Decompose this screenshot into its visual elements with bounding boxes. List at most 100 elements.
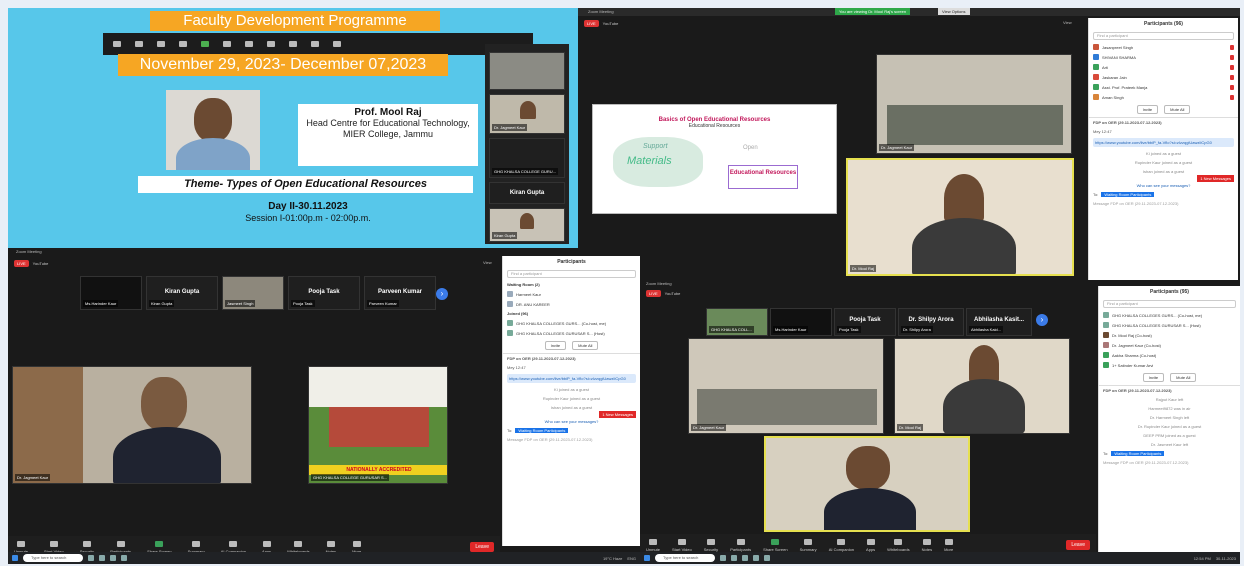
who-can-see[interactable]: Who can see your messages? bbox=[503, 417, 640, 426]
participant-row[interactable]: Dr. Mool Raj (Co-host) bbox=[1099, 330, 1240, 340]
waiting-room-header[interactable]: Waiting Room (2) bbox=[503, 280, 640, 289]
mic-icon[interactable] bbox=[113, 41, 121, 47]
participant-row[interactable]: GHG KHALSA COLLEGES GURS... (Co-host, me… bbox=[1099, 310, 1240, 320]
message-input[interactable]: Message FDP on OER (29.11.2023-07.12.202… bbox=[1089, 199, 1238, 208]
recipient-select[interactable]: Waiting Room Participants bbox=[1111, 451, 1165, 456]
video-tile[interactable]: Dr. Jagmeet Kaur bbox=[489, 94, 565, 134]
view-options-button[interactable]: View Options bbox=[938, 8, 970, 15]
ai-companion-button[interactable]: AI Companion bbox=[829, 538, 854, 552]
whiteboards-button[interactable]: Whiteboards bbox=[887, 538, 910, 552]
taskbar-app-icon[interactable] bbox=[742, 555, 748, 561]
participant-row[interactable]: GHG KHALSA COLLEGES GURS... (Co-host, me… bbox=[503, 318, 640, 328]
video-tile[interactable]: Dr. Jagmeet Kaur bbox=[876, 54, 1072, 154]
taskbar-search[interactable]: Type here to search bbox=[23, 554, 83, 562]
ai-icon[interactable] bbox=[267, 41, 275, 47]
invite-button[interactable]: Invite bbox=[1142, 373, 1165, 382]
share-icon[interactable] bbox=[223, 41, 231, 47]
recipient-select[interactable]: Waiting Room Participants bbox=[1101, 192, 1155, 197]
video-tile[interactable]: Abhilasha Kasit... Abhilasha Kaid... bbox=[966, 308, 1032, 336]
find-participant-input[interactable]: Find a participant bbox=[1103, 300, 1236, 308]
invite-button[interactable]: Invite bbox=[544, 341, 567, 350]
more-icon[interactable] bbox=[333, 41, 341, 47]
taskbar-app-icon[interactable] bbox=[88, 555, 94, 561]
participant-row[interactable]: GHG KHALSA COLLEGES GURUSAR S... (Host) bbox=[1099, 320, 1240, 330]
more-button[interactable]: More bbox=[944, 538, 953, 552]
mute-all-button[interactable]: Mute All bbox=[1164, 105, 1191, 114]
notes-button[interactable]: Notes bbox=[922, 538, 932, 552]
find-participant-input[interactable]: Find a participant bbox=[507, 270, 636, 278]
new-messages-button[interactable]: 1 New Messages bbox=[599, 411, 636, 418]
video-tile[interactable]: Pooja Task Pooja Task bbox=[834, 308, 896, 336]
live-badge[interactable]: LIVE bbox=[646, 290, 661, 297]
video-tile[interactable]: Kiran Gupta bbox=[489, 182, 565, 204]
mute-all-button[interactable]: Mute All bbox=[1170, 373, 1197, 382]
new-messages-button[interactable]: 1 New Messages bbox=[1197, 175, 1234, 182]
whiteboard-icon[interactable] bbox=[311, 41, 319, 47]
participant-row[interactable]: DR. ANU KAREER bbox=[503, 299, 640, 309]
video-tile[interactable]: GHG KHALSA COLL... bbox=[706, 308, 768, 336]
live-badge[interactable]: LIVE bbox=[584, 20, 599, 27]
taskbar-app-icon[interactable] bbox=[764, 555, 770, 561]
video-tile[interactable]: GHG KHALSA COLLEGE GURU... bbox=[489, 138, 565, 178]
active-speaker-tile[interactable] bbox=[764, 436, 970, 532]
windows-start-icon[interactable] bbox=[644, 555, 650, 561]
participants-button[interactable]: Participants bbox=[730, 538, 751, 552]
unmute-button[interactable]: Unmute bbox=[646, 538, 660, 552]
message-input[interactable]: Message FDP on OER (29.11.2023-07.12.202… bbox=[1099, 458, 1240, 467]
apps-button[interactable]: Apps bbox=[866, 538, 875, 552]
video-tile[interactable]: Dr. Jagmeet Kaur bbox=[688, 338, 884, 434]
leave-button[interactable]: Leave bbox=[470, 542, 494, 552]
participant-row[interactable]: Arti bbox=[1089, 62, 1238, 72]
chat-icon[interactable] bbox=[201, 41, 209, 47]
leave-button[interactable]: Leave bbox=[1066, 540, 1090, 550]
participant-row[interactable]: Aakha Sharma (Co-host) bbox=[1099, 350, 1240, 360]
recipient-select[interactable]: Waiting Room Participants bbox=[515, 428, 569, 433]
shield-icon[interactable] bbox=[157, 41, 165, 47]
participant-row[interactable]: Asst. Prof. Prateek Manja bbox=[1089, 82, 1238, 92]
next-page-icon[interactable]: › bbox=[1036, 314, 1048, 326]
participant-row[interactable]: Jaskaran Jain bbox=[1089, 72, 1238, 82]
video-tile[interactable]: Dr. Jagmeet Kaur bbox=[12, 366, 252, 484]
video-tile[interactable]: Jasmeet Singh bbox=[222, 276, 284, 310]
chat-link[interactable]: https://www.youtube.com/live/bbiP_fa-Vfl… bbox=[507, 374, 636, 383]
participant-row[interactable]: 1+ Satinder Kumar Arvi bbox=[1099, 360, 1240, 370]
floating-toolbar[interactable] bbox=[103, 33, 533, 55]
taskbar-app-icon[interactable] bbox=[720, 555, 726, 561]
view-button[interactable]: View bbox=[483, 260, 492, 265]
next-page-icon[interactable]: › bbox=[436, 288, 448, 300]
mute-all-button[interactable]: Mute All bbox=[572, 341, 599, 350]
video-tile[interactable]: Dr. Mool Raj bbox=[894, 338, 1070, 434]
video-tile[interactable]: Parveen Kumar Parveen Kumar bbox=[364, 276, 436, 310]
taskbar-app-icon[interactable] bbox=[110, 555, 116, 561]
chat-link[interactable]: https://www.youtube.com/live/bbiP_fa-Vfl… bbox=[1093, 138, 1234, 147]
participant-row[interactable]: GHG KHALSA COLLEGES GURUSAR S... (Host) bbox=[503, 328, 640, 338]
active-speaker-tile[interactable]: Dr. Mool Raj bbox=[846, 158, 1074, 276]
view-button[interactable]: View bbox=[1063, 20, 1072, 25]
youtube-label[interactable]: YouTube bbox=[33, 261, 49, 266]
participants-icon[interactable] bbox=[179, 41, 187, 47]
share-screen-button[interactable]: Share Screen bbox=[763, 538, 788, 552]
participant-row[interactable]: Aman Singh bbox=[1089, 92, 1238, 102]
youtube-label[interactable]: YouTube bbox=[603, 21, 619, 26]
participant-row[interactable]: SHIVANI SHARMA bbox=[1089, 52, 1238, 62]
taskbar-app-icon[interactable] bbox=[99, 555, 105, 561]
invite-button[interactable]: Invite bbox=[1136, 105, 1159, 114]
participant-row[interactable]: Harmeet Kaur bbox=[503, 289, 640, 299]
video-tile[interactable]: Kiran Gupta bbox=[489, 208, 565, 242]
participant-row[interactable]: Dr. Jagmeet Kaur (Co-host) bbox=[1099, 340, 1240, 350]
youtube-label[interactable]: YouTube bbox=[665, 291, 681, 296]
live-badge[interactable]: LIVE bbox=[14, 260, 29, 267]
video-tile[interactable]: Ms.Harinder Kaur bbox=[80, 276, 142, 310]
find-participant-input[interactable]: Find a participant bbox=[1093, 32, 1234, 40]
summary-button[interactable]: Summary bbox=[800, 538, 817, 552]
message-input[interactable]: Message FDP on OER (29.11.2023-07.12.202… bbox=[503, 435, 640, 444]
taskbar-app-icon[interactable] bbox=[731, 555, 737, 561]
windows-start-icon[interactable] bbox=[12, 555, 18, 561]
video-tile[interactable]: NATIONALLY ACCREDITED GHG KHALSA COLLEGE… bbox=[308, 366, 448, 484]
who-can-see[interactable]: Who can see your messages? bbox=[1089, 181, 1238, 190]
start-video-button[interactable]: Start Video bbox=[672, 538, 692, 552]
taskbar-app-icon[interactable] bbox=[753, 555, 759, 561]
apps-icon[interactable] bbox=[289, 41, 297, 47]
taskbar-search[interactable]: Type here to search bbox=[655, 554, 715, 562]
joined-header[interactable]: Joined (96) bbox=[503, 309, 640, 318]
